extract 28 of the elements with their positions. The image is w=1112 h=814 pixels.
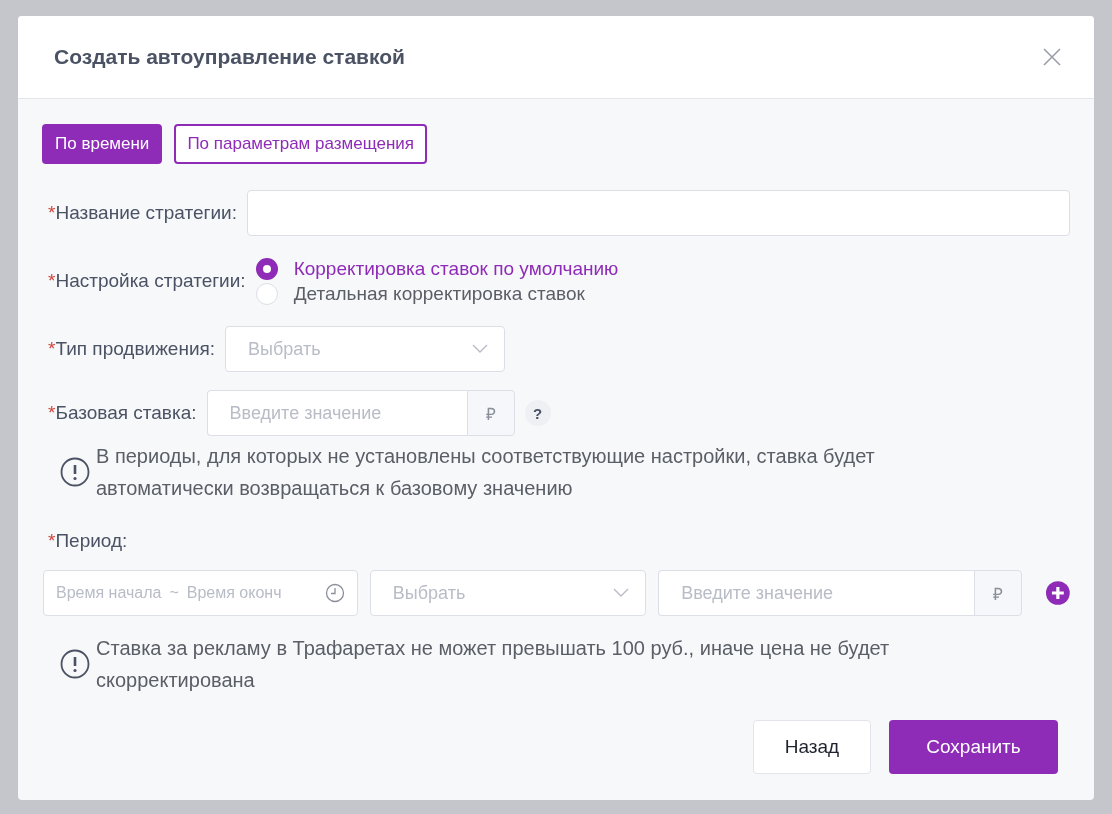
tab[interactable]: По параметрам размещения xyxy=(174,124,428,164)
exclamation-circle-icon xyxy=(60,649,90,679)
chevron-down-icon xyxy=(472,344,489,354)
close-icon[interactable] xyxy=(1042,47,1062,67)
field-label: *Период: xyxy=(48,530,128,551)
info-note: В периоды, для которых не установлены соответствующие настройки, ставка будет автоматически возвращаться к базовому значению xyxy=(96,444,876,501)
exclamation-circle-icon xyxy=(60,457,90,487)
field-label: *Настройка стратегии: xyxy=(48,270,246,292)
period-bid-field[interactable]: Введите значение xyxy=(658,570,975,616)
field-label: *Тип продвижения: xyxy=(48,338,216,360)
help-icon[interactable]: ? xyxy=(524,400,551,426)
radio-button[interactable] xyxy=(255,257,278,280)
add-icon[interactable] xyxy=(1046,581,1070,605)
field-label: *Название стратегии: xyxy=(48,202,237,224)
currency-addon: ₽ xyxy=(466,390,515,436)
info-note: Ставка за рекламу в Трафаретах не может превышать 100 руб., иначе цена не будет скорректирована xyxy=(96,636,891,693)
field-label: *Базовая ставка: xyxy=(48,402,197,424)
radio-label[interactable]: Корректировка ставок по умолчанию xyxy=(293,257,619,280)
strategy-name-field[interactable] xyxy=(247,190,1070,236)
dialog-title: Создать автоуправление ставкой xyxy=(54,45,405,69)
chevron-down-icon xyxy=(613,588,630,598)
save-button[interactable]: Сохранить xyxy=(889,720,1058,774)
back-button[interactable]: Назад xyxy=(753,720,871,774)
base-bid-field[interactable]: Введите значение xyxy=(206,390,467,436)
clock-icon xyxy=(324,583,345,603)
currency-addon: ₽ xyxy=(974,570,1023,616)
radio-label[interactable]: Детальная корректировка ставок xyxy=(293,282,585,305)
tab[interactable]: По времени xyxy=(42,124,163,164)
